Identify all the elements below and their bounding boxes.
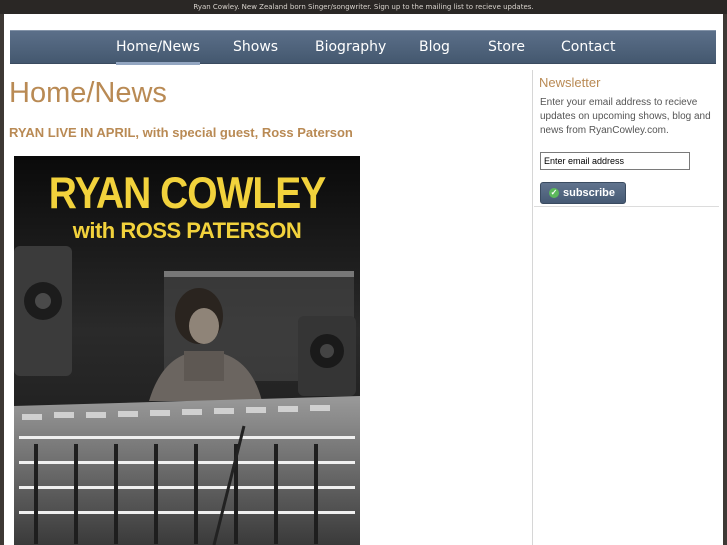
check-icon: ✓: [549, 188, 559, 198]
sidebar-divider: [532, 70, 533, 545]
content-wrapper: Home/News Shows Biography Blog Store Con…: [4, 14, 723, 545]
email-field[interactable]: [540, 152, 690, 170]
nav-item-store[interactable]: Store: [488, 31, 525, 63]
post-title[interactable]: RYAN LIVE IN APRIL, with special guest, …: [9, 125, 353, 140]
poster-image[interactable]: RYAN COWLEY with ROSS PATERSON: [14, 156, 360, 545]
nav-item-contact[interactable]: Contact: [561, 31, 615, 63]
page-title: Home/News: [9, 77, 167, 109]
subscribe-button[interactable]: ✓ subscribe: [540, 182, 626, 204]
nav-item-home-news[interactable]: Home/News: [116, 31, 200, 65]
nav-item-shows[interactable]: Shows: [233, 31, 278, 63]
main-nav: Home/News Shows Biography Blog Store Con…: [10, 30, 716, 65]
poster-subheadline: with ROSS PATERSON: [72, 218, 302, 243]
newsletter-description: Enter your email address to recieve upda…: [540, 97, 711, 136]
subscribe-label: subscribe: [563, 187, 615, 199]
sidebar-separator: [534, 206, 719, 207]
newsletter-title: Newsletter: [539, 75, 601, 90]
nav-item-blog[interactable]: Blog: [419, 31, 450, 63]
poster-headline: RYAN COWLEY: [48, 168, 326, 219]
nav-item-biography[interactable]: Biography: [315, 31, 386, 63]
top-tagline: Ryan Cowley. New Zealand born Singer/son…: [0, 0, 727, 14]
